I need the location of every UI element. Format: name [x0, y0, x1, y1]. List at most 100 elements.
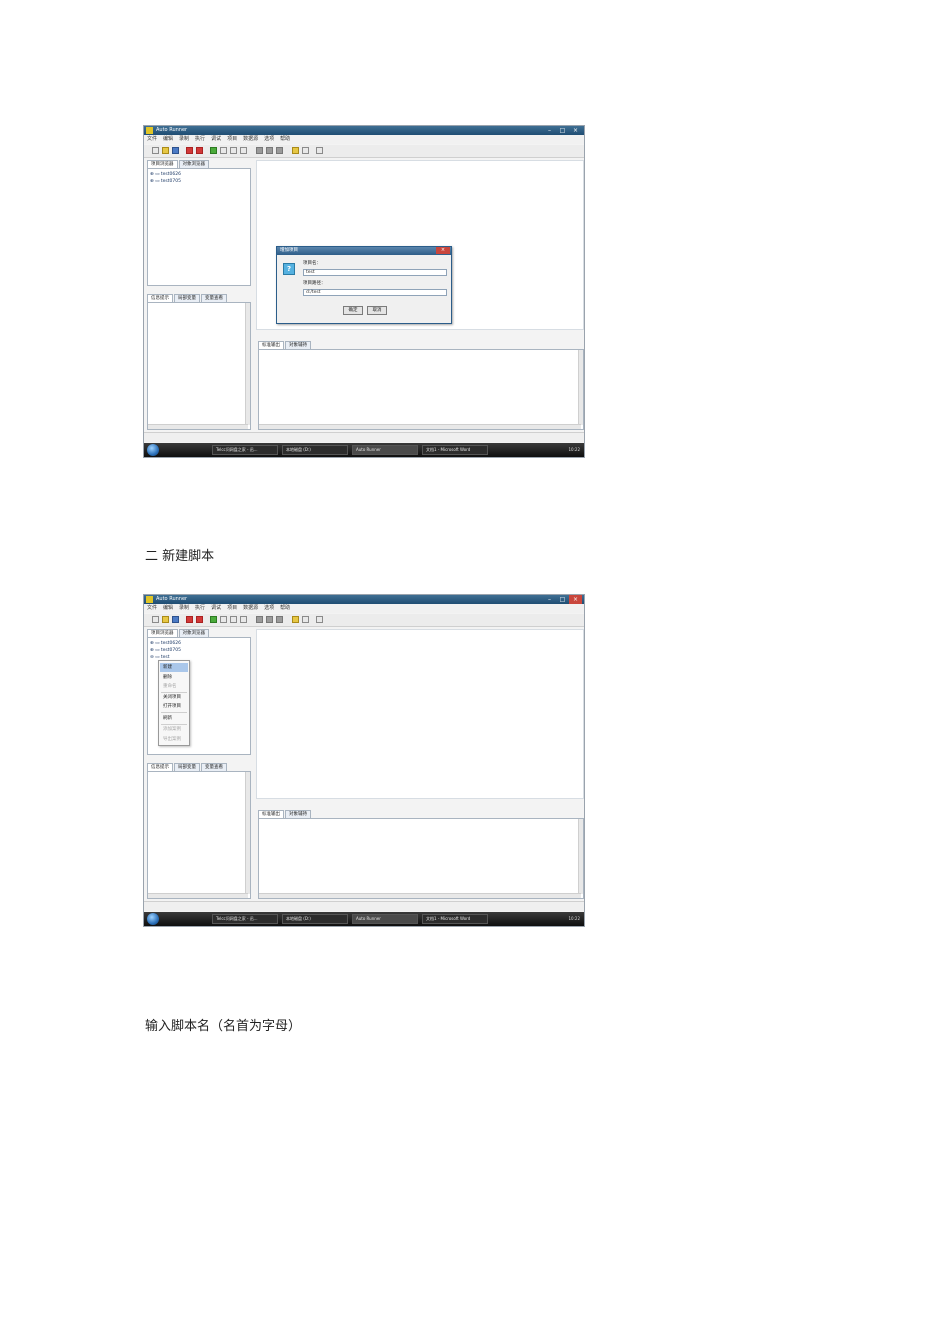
- menu-run[interactable]: 执行: [192, 604, 208, 613]
- taskbar-item[interactable]: 本地磁盘 (D:): [282, 914, 348, 924]
- close-icon[interactable]: ×: [569, 595, 582, 604]
- start-orb-icon[interactable]: [147, 444, 159, 456]
- tab-object-browser[interactable]: 对象浏览器: [178, 629, 209, 637]
- spy-icon[interactable]: [292, 616, 299, 623]
- save-icon[interactable]: [172, 147, 179, 154]
- taskbar-item[interactable]: 本地磁盘 (D:): [282, 445, 348, 455]
- project-path-input[interactable]: d:/test: [303, 289, 447, 296]
- tree-item-project[interactable]: ⊕ ▭ test0705: [150, 179, 181, 185]
- stop-record-icon[interactable]: [196, 616, 203, 623]
- menu-item-delete[interactable]: 删除: [160, 673, 188, 682]
- pause-icon[interactable]: [230, 147, 237, 154]
- step-icon[interactable]: [220, 147, 227, 154]
- output-vertical-scrollbar[interactable]: [578, 350, 583, 425]
- menu-item-export-case[interactable]: 导出案例: [160, 735, 188, 744]
- menu-edit[interactable]: 编辑: [160, 604, 176, 613]
- taskbar-item[interactable]: Telcc问网盘之家 - 迅...: [212, 914, 278, 924]
- menu-item-close-project[interactable]: 关闭项目: [160, 693, 188, 702]
- taskbar-item[interactable]: Auto Runner: [352, 445, 418, 455]
- taskbar-item[interactable]: 文档1 - Microsoft Word: [422, 445, 488, 455]
- tab-stdout[interactable]: 标准输出: [258, 810, 284, 818]
- taskbar-item[interactable]: Telcc问网盘之家 - 迅...: [212, 445, 278, 455]
- forward-icon[interactable]: [240, 616, 247, 623]
- open-folder-icon[interactable]: [162, 147, 169, 154]
- ok-button[interactable]: 确定: [343, 306, 363, 315]
- new-file-icon[interactable]: [152, 147, 159, 154]
- tab-object-support[interactable]: 对象辅持: [285, 810, 311, 818]
- editor-area[interactable]: [256, 629, 584, 799]
- menu-edit[interactable]: 编辑: [160, 135, 176, 144]
- step-icon[interactable]: [220, 616, 227, 623]
- project-name-input[interactable]: test: [303, 269, 447, 276]
- menu-file[interactable]: 文件: [144, 604, 160, 613]
- tree-item-project[interactable]: ⊕ ▭ test0626: [150, 641, 181, 647]
- open-folder-icon[interactable]: [162, 616, 169, 623]
- close-icon[interactable]: ×: [569, 126, 582, 135]
- run-icon[interactable]: [210, 616, 217, 623]
- tab-watch[interactable]: 变量查看: [201, 763, 227, 771]
- tree-item-project[interactable]: ⊕ ▭ test0705: [150, 648, 181, 654]
- record-icon[interactable]: [186, 147, 193, 154]
- info-horizontal-scrollbar[interactable]: [148, 893, 248, 898]
- info-vertical-scrollbar[interactable]: [245, 772, 250, 894]
- new-file-icon[interactable]: [152, 616, 159, 623]
- menu-item-open-project[interactable]: 打开项目: [160, 702, 188, 711]
- maximize-icon[interactable]: □: [556, 595, 569, 604]
- tree-item-project[interactable]: ⊕ ▭ test0626: [150, 172, 181, 178]
- output-horizontal-scrollbar[interactable]: [259, 893, 581, 898]
- menu-help[interactable]: 帮助: [277, 135, 293, 144]
- info-vertical-scrollbar[interactable]: [245, 303, 250, 425]
- tool-b-icon[interactable]: [266, 147, 273, 154]
- spy-icon[interactable]: [292, 147, 299, 154]
- menu-help[interactable]: 帮助: [277, 604, 293, 613]
- tab-stdout[interactable]: 标准输出: [258, 341, 284, 349]
- output-horizontal-scrollbar[interactable]: [259, 424, 581, 429]
- menu-project[interactable]: 项目: [224, 135, 240, 144]
- output-vertical-scrollbar[interactable]: [578, 819, 583, 894]
- taskbar-item[interactable]: 文档1 - Microsoft Word: [422, 914, 488, 924]
- menu-options[interactable]: 选项: [261, 604, 277, 613]
- forward-icon[interactable]: [240, 147, 247, 154]
- check-icon[interactable]: [302, 616, 309, 623]
- save-icon[interactable]: [172, 616, 179, 623]
- dialog-close-icon[interactable]: ×: [436, 247, 450, 254]
- minimize-icon[interactable]: –: [543, 126, 556, 135]
- menu-item-refresh[interactable]: 刷新: [160, 714, 188, 723]
- tab-locals[interactable]: 局部变量: [174, 763, 200, 771]
- check-icon[interactable]: [302, 147, 309, 154]
- tool-c-icon[interactable]: [276, 147, 283, 154]
- taskbar-item[interactable]: Auto Runner: [352, 914, 418, 924]
- start-orb-icon[interactable]: [147, 913, 159, 925]
- menu-item-rename[interactable]: 重命名: [160, 682, 188, 691]
- menu-debug[interactable]: 调试: [208, 135, 224, 144]
- menu-run[interactable]: 执行: [192, 135, 208, 144]
- tool-c-icon[interactable]: [276, 616, 283, 623]
- tool-b-icon[interactable]: [266, 616, 273, 623]
- menu-debug[interactable]: 调试: [208, 604, 224, 613]
- menu-item-add-case[interactable]: 添加案例: [160, 725, 188, 734]
- info-horizontal-scrollbar[interactable]: [148, 424, 248, 429]
- menu-record[interactable]: 录制: [176, 135, 192, 144]
- menu-datasource[interactable]: 数据源: [240, 604, 261, 613]
- menu-project[interactable]: 项目: [224, 604, 240, 613]
- tab-object-browser[interactable]: 对象浏览器: [178, 160, 209, 168]
- cancel-button[interactable]: 取消: [367, 306, 387, 315]
- menu-record[interactable]: 录制: [176, 604, 192, 613]
- tool-a-icon[interactable]: [256, 616, 263, 623]
- stop-record-icon[interactable]: [196, 147, 203, 154]
- maximize-icon[interactable]: □: [556, 126, 569, 135]
- pause-icon[interactable]: [230, 616, 237, 623]
- menu-item-new[interactable]: 新建: [160, 663, 188, 672]
- menu-options[interactable]: 选项: [261, 135, 277, 144]
- tab-project-browser[interactable]: 项目浏览器: [147, 629, 178, 637]
- tab-locals[interactable]: 局部变量: [174, 294, 200, 302]
- tool-a-icon[interactable]: [256, 147, 263, 154]
- run-icon[interactable]: [210, 147, 217, 154]
- record-icon[interactable]: [186, 616, 193, 623]
- menu-datasource[interactable]: 数据源: [240, 135, 261, 144]
- link-icon[interactable]: [316, 616, 323, 623]
- menu-file[interactable]: 文件: [144, 135, 160, 144]
- tab-object-support[interactable]: 对象辅持: [285, 341, 311, 349]
- link-icon[interactable]: [316, 147, 323, 154]
- tab-watch[interactable]: 变量查看: [201, 294, 227, 302]
